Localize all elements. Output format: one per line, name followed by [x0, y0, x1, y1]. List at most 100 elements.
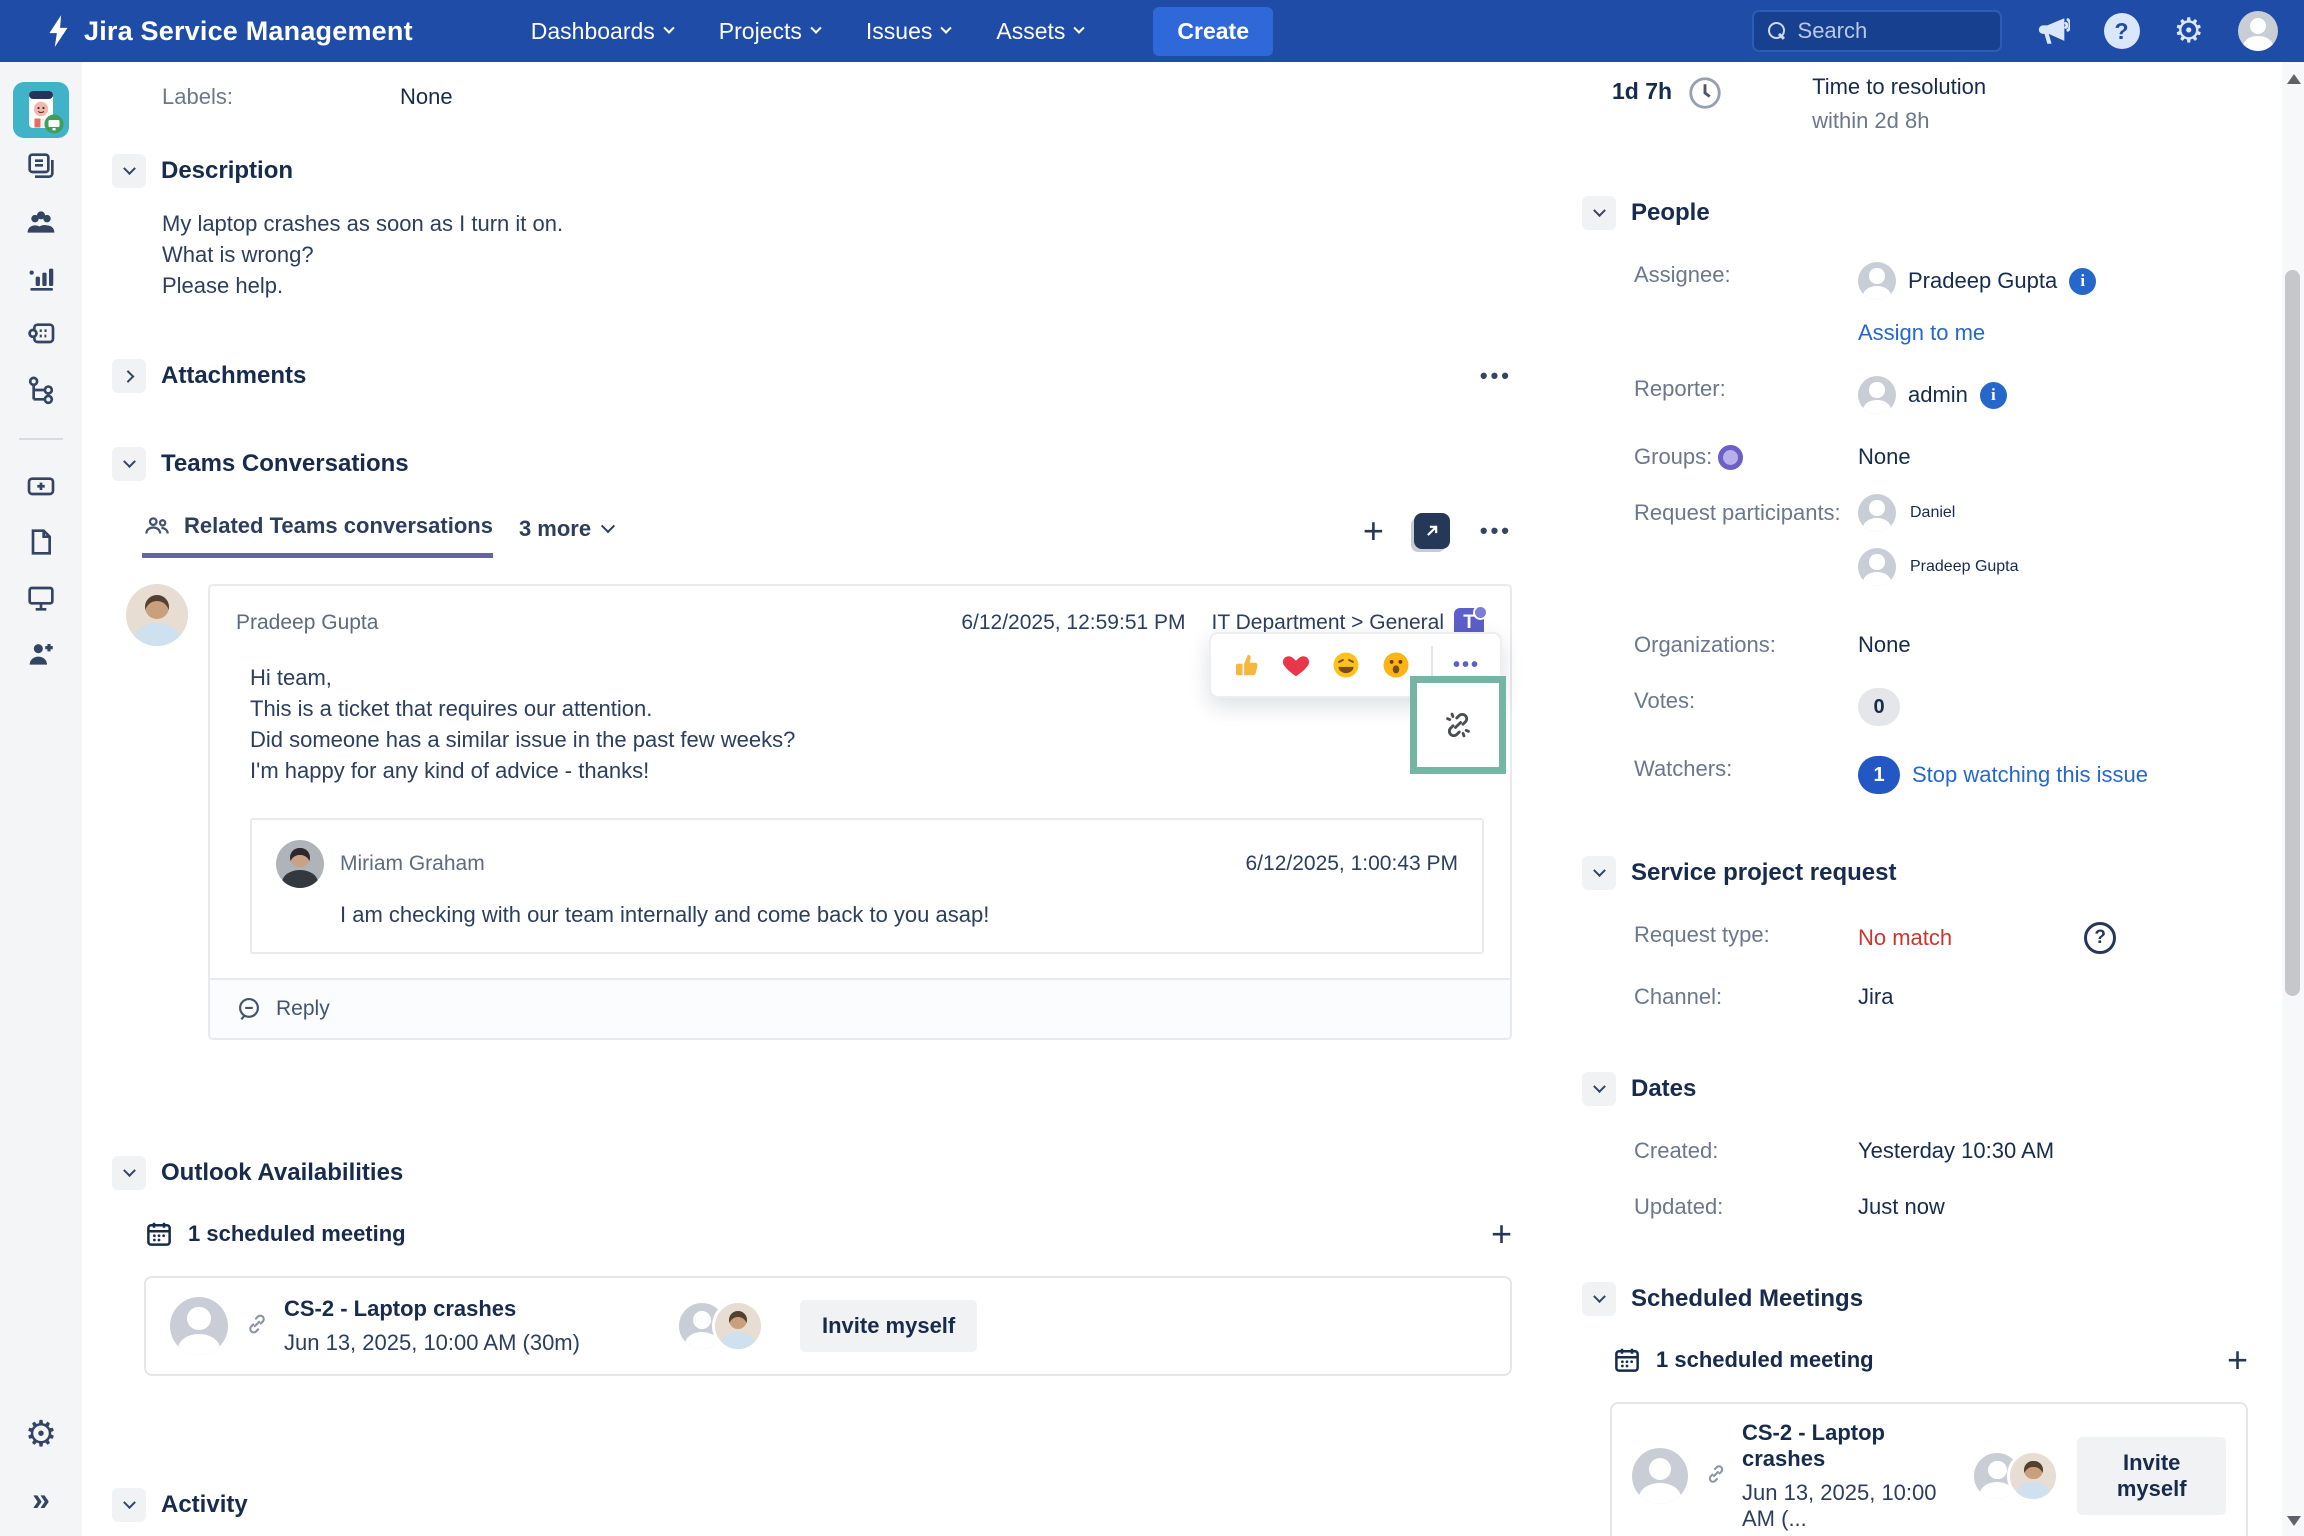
settings-gear-icon[interactable]: ⚙ [25, 1413, 57, 1455]
menu-dashboards[interactable]: Dashboards [531, 18, 673, 45]
channel-label: Channel: [1634, 978, 1858, 1010]
scroll-up-arrow[interactable] [2287, 74, 2301, 84]
description-body[interactable]: My laptop crashes as soon as I turn it o… [162, 208, 1512, 301]
assign-to-me-link[interactable]: Assign to me [1858, 320, 1985, 346]
laughing-reaction-icon[interactable] [1331, 650, 1361, 680]
conversation-card: Pradeep Gupta 6/12/2025, 12:59:51 PM IT … [208, 584, 1512, 1040]
participant-row[interactable]: Pradeep Gupta [1858, 548, 2019, 586]
invite-myself-button[interactable]: Invite myself [800, 1300, 977, 1352]
menu-issues[interactable]: Issues [866, 18, 950, 45]
votes-count[interactable]: 0 [1858, 688, 1900, 726]
reporter-value[interactable]: admin i [1858, 370, 2007, 414]
meeting-title[interactable]: CS-2 - Laptop crashes [284, 1296, 580, 1322]
labels-field: Labels: None [162, 84, 1512, 110]
navbar-right: ? ⚙ [1752, 10, 2278, 52]
add-shortcut-icon[interactable] [13, 460, 69, 512]
project-avatar[interactable] [13, 84, 69, 136]
description-line: Please help. [162, 270, 1512, 301]
assignee-label: Assignee: [1634, 256, 1858, 288]
reply-button[interactable]: Reply [210, 978, 1510, 1038]
scrollbar-thumb[interactable] [2285, 270, 2300, 996]
open-in-teams-button[interactable] [1414, 513, 1450, 549]
conversation-more-menu[interactable]: ••• [1480, 518, 1512, 544]
queues-icon[interactable] [13, 140, 69, 192]
clock-icon[interactable] [1686, 74, 1724, 117]
surprised-reaction-icon[interactable] [1381, 650, 1411, 680]
services-tree-icon[interactable] [13, 364, 69, 416]
organizer-avatar [170, 1297, 228, 1355]
meeting-card[interactable]: CS-2 - Laptop crashes Jun 13, 2025, 10:0… [144, 1276, 1512, 1376]
chevron-down-icon [123, 162, 136, 175]
reporter-label: Reporter: [1634, 370, 1858, 402]
app-logo[interactable]: Jira Service Management [46, 14, 413, 48]
heart-reaction-icon[interactable] [1281, 650, 1311, 680]
reply-message: Miriam Graham 6/12/2025, 1:00:43 PM I am… [250, 818, 1484, 954]
add-conversation-button[interactable]: + [1363, 513, 1384, 549]
meeting-title[interactable]: CS-2 - Laptop crashes [1742, 1420, 1949, 1472]
unlink-conversation-button[interactable] [1410, 676, 1506, 774]
collapse-description-button[interactable] [112, 154, 146, 188]
add-meeting-button[interactable]: + [2227, 1342, 2248, 1378]
customers-icon[interactable] [13, 196, 69, 248]
gear-icon[interactable]: ⚙ [2174, 14, 2204, 48]
document-icon[interactable] [13, 516, 69, 568]
collapse-teams-button[interactable] [112, 447, 146, 481]
help-icon[interactable]: ? [2104, 13, 2140, 49]
updated-value: Just now [1858, 1188, 1945, 1220]
scroll-down-arrow[interactable] [2287, 1516, 2301, 1526]
service-request-title: Service project request [1631, 859, 1896, 887]
info-icon[interactable]: i [2069, 268, 2096, 295]
page-scrollbar[interactable] [2282, 62, 2304, 1536]
search-input[interactable] [1798, 18, 1986, 44]
meeting-card[interactable]: CS-2 - Laptop crashes Jun 13, 2025, 10:0… [1610, 1402, 2248, 1536]
stop-watching-link[interactable]: Stop watching this issue [1912, 762, 2148, 788]
reply-author[interactable]: Miriam Graham [340, 852, 485, 876]
message-author[interactable]: Pradeep Gupta [236, 611, 378, 635]
menu-projects[interactable]: Projects [719, 18, 820, 45]
add-meeting-button[interactable]: + [1491, 1216, 1512, 1252]
attachments-section: Attachments ••• [112, 359, 1512, 393]
groups-value: None [1858, 438, 1911, 470]
tab-related-teams-conversations[interactable]: Related Teams conversations [142, 511, 493, 558]
views-icon[interactable] [13, 308, 69, 360]
reports-icon[interactable] [13, 252, 69, 304]
more-reactions-menu[interactable]: ••• [1453, 654, 1480, 677]
author-avatar[interactable] [126, 584, 188, 646]
created-value: Yesterday 10:30 AM [1858, 1132, 2054, 1164]
thumbs-up-reaction-icon[interactable] [1231, 650, 1261, 680]
monitor-icon[interactable] [13, 572, 69, 624]
invite-myself-button[interactable]: Invite myself [2077, 1437, 2226, 1515]
menu-assets[interactable]: Assets [996, 18, 1083, 45]
people-title: People [1631, 199, 1710, 227]
dates-section: Dates Created: Yesterday 10:30 AM Update… [1582, 1072, 2248, 1220]
collapse-dates-button[interactable] [1582, 1072, 1616, 1106]
info-icon[interactable]: i [1980, 382, 2007, 409]
attachments-more-menu[interactable]: ••• [1480, 363, 1512, 389]
create-button[interactable]: Create [1153, 7, 1273, 56]
updated-field: Updated: Just now [1634, 1188, 2248, 1220]
megaphone-icon[interactable] [2036, 14, 2070, 48]
user-avatar[interactable] [2238, 11, 2278, 51]
reply-author-avatar[interactable] [276, 840, 324, 888]
invite-people-icon[interactable] [13, 628, 69, 680]
watchers-count[interactable]: 1 [1858, 756, 1900, 794]
expand-sidebar-icon[interactable]: » [32, 1481, 50, 1518]
search-box[interactable] [1752, 10, 2002, 52]
updated-label: Updated: [1634, 1188, 1858, 1220]
more-conversations-dropdown[interactable]: 3 more [519, 516, 613, 554]
expand-attachments-button[interactable] [112, 359, 146, 393]
meeting-count-row: 1 scheduled meeting + [1612, 1342, 2248, 1378]
channel-value: Jira [1858, 978, 1893, 1010]
groups-label: Groups: [1634, 444, 1712, 470]
collapse-service-request-button[interactable] [1582, 856, 1616, 890]
assignee-value[interactable]: Pradeep Gupta i [1858, 256, 2096, 300]
collapse-outlook-button[interactable] [112, 1156, 146, 1190]
collapse-meetings-button[interactable] [1582, 1282, 1616, 1316]
conversations-tab-row: Related Teams conversations 3 more + ••• [142, 511, 1512, 558]
labels-value[interactable]: None [400, 84, 453, 110]
meeting-datetime: Jun 13, 2025, 10:00 AM (... [1742, 1480, 1949, 1532]
collapse-people-button[interactable] [1582, 196, 1616, 230]
participant-row[interactable]: Daniel [1858, 494, 2019, 532]
collapse-activity-button[interactable] [112, 1488, 146, 1522]
question-mark-icon[interactable]: ? [2084, 922, 2116, 954]
